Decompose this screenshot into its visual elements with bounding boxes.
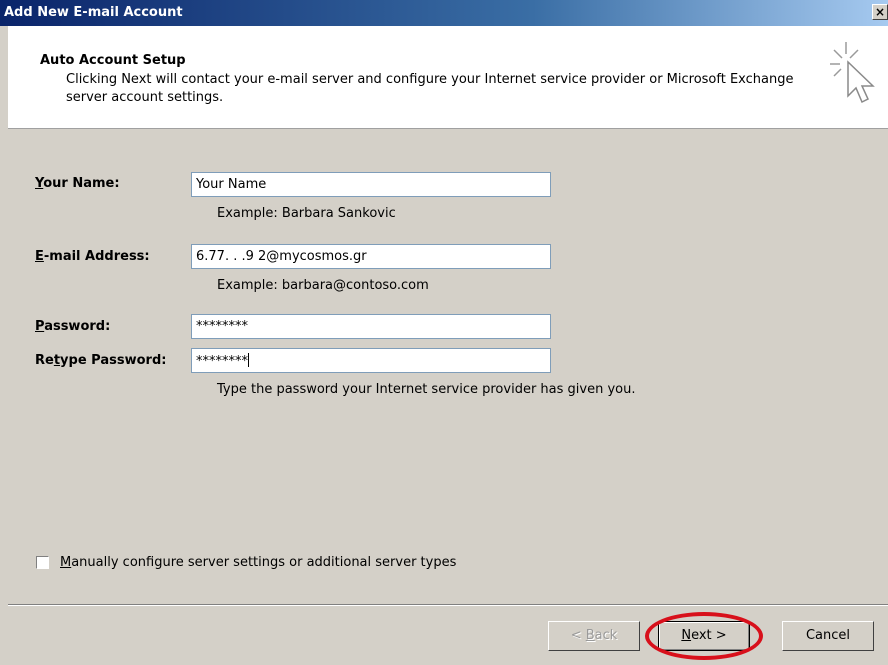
- manual-config-checkbox[interactable]: [36, 556, 49, 569]
- password-value: ********: [196, 319, 248, 334]
- title-bar[interactable]: Add New E-mail Account ×: [0, 0, 888, 26]
- email-value: 6.77. . .9 2@mycosmos.gr: [196, 249, 367, 264]
- password-label-accel: P: [35, 319, 45, 334]
- back-prefix: <: [570, 628, 586, 643]
- retype-label-prefix: Re: [35, 353, 54, 368]
- email-hint: Example: barbara@contoso.com: [217, 278, 429, 293]
- email-field[interactable]: 6.77. . .9 2@mycosmos.gr: [191, 244, 551, 269]
- page-description: Clicking Next will contact your e-mail s…: [66, 72, 794, 105]
- next-text: ext >: [691, 628, 727, 643]
- manual-config-label[interactable]: Manually configure server settings or ad…: [60, 555, 456, 570]
- close-button[interactable]: ×: [872, 4, 888, 20]
- email-label-text: -mail Address:: [43, 249, 150, 264]
- manual-config-accel: M: [60, 555, 72, 570]
- name-value: Your Name: [196, 177, 267, 192]
- name-label-text: our Name:: [43, 176, 120, 191]
- next-button[interactable]: Next >: [658, 621, 750, 651]
- cursor-wand-icon: [830, 42, 875, 104]
- footer-divider: [8, 604, 888, 606]
- wizard-header: Auto Account Setup Clicking Next will co…: [8, 26, 888, 129]
- page-title: Auto Account Setup: [40, 53, 186, 68]
- back-text: ack: [594, 628, 618, 643]
- retype-password-value: ********: [196, 354, 248, 369]
- add-email-account-dialog: Add New E-mail Account × Auto Account Se…: [0, 0, 888, 665]
- next-accel: N: [681, 628, 692, 643]
- cancel-button[interactable]: Cancel: [782, 621, 874, 651]
- name-hint: Example: Barbara Sankovic: [217, 206, 396, 221]
- retype-label-text: ype Password:: [60, 353, 167, 368]
- back-button[interactable]: < Back: [548, 621, 640, 651]
- email-label-accel: E: [35, 249, 44, 264]
- email-label: E-mail Address:: [35, 249, 150, 264]
- manual-config-text: anually configure server settings or add…: [71, 555, 457, 570]
- retype-password-field[interactable]: ********: [191, 348, 551, 373]
- text-caret: [248, 353, 249, 367]
- name-label-accel: Y: [35, 176, 44, 191]
- name-label: Your Name:: [35, 176, 120, 191]
- retype-password-label: Retype Password:: [35, 353, 166, 368]
- password-label: Password:: [35, 319, 110, 334]
- close-icon: ×: [874, 5, 886, 19]
- password-label-text: assword:: [44, 319, 111, 334]
- name-field[interactable]: Your Name: [191, 172, 551, 197]
- back-accel: B: [585, 628, 595, 643]
- window-title: Add New E-mail Account: [4, 5, 183, 20]
- password-field[interactable]: ********: [191, 314, 551, 339]
- password-hint: Type the password your Internet service …: [217, 382, 636, 397]
